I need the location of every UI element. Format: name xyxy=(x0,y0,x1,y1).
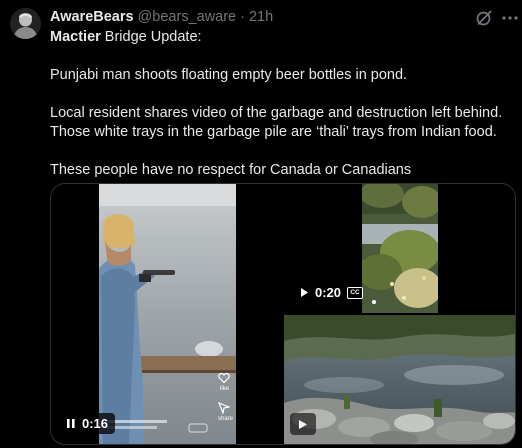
user-handle[interactable]: @bears_aware xyxy=(138,9,237,25)
place-name-bold: Mactier xyxy=(50,29,101,45)
video-1-time: 0:16 xyxy=(82,416,109,431)
tweet-line-1: Mactier Bridge Update: xyxy=(50,28,518,47)
separator-dot: · xyxy=(240,9,245,25)
display-name[interactable]: AwareBears xyxy=(50,9,134,25)
tweet-lead-rest: Bridge Update: xyxy=(100,29,202,45)
post-time[interactable]: 21h xyxy=(249,9,273,25)
video-2-time: 0:20 xyxy=(315,285,342,300)
play-icon[interactable] xyxy=(300,287,309,298)
more-options-icon[interactable] xyxy=(501,9,519,27)
closed-captions-icon[interactable]: CC xyxy=(347,286,364,299)
video-1[interactable]: like share 0:16 xyxy=(51,184,282,444)
share-icon[interactable] xyxy=(218,402,230,414)
share-label: share xyxy=(218,416,234,422)
cc-label: CC xyxy=(350,288,360,296)
pause-icon[interactable] xyxy=(66,418,76,429)
tweet-line-4: Those white trays in the garbage pile ar… xyxy=(50,124,497,140)
video-2[interactable]: 0:20 CC xyxy=(284,184,515,313)
avatar[interactable] xyxy=(10,8,41,39)
play-icon[interactable] xyxy=(298,419,308,430)
grok-icon[interactable] xyxy=(475,9,493,27)
video-3[interactable] xyxy=(284,315,515,444)
tweet-line-2: Punjabi man shoots floating empty beer b… xyxy=(50,67,408,83)
video-1-time-pill[interactable]: 0:16 xyxy=(59,413,116,434)
tweet-line-5: These people have no respect for Canada … xyxy=(50,162,412,178)
tweet-header: AwareBears @bears_aware · 21h xyxy=(50,7,273,27)
tweet-line-3: Local resident shares video of the garba… xyxy=(50,105,503,121)
video-2-time-pill[interactable]: 0:20 CC xyxy=(296,282,367,303)
video-2-frame xyxy=(362,184,438,313)
video-1-frame xyxy=(99,184,236,444)
like-label: like xyxy=(220,386,230,392)
video-3-play-button[interactable] xyxy=(290,413,316,435)
heart-icon[interactable] xyxy=(218,372,230,384)
tweet-text: Mactier Bridge Update: Punjabi man shoot… xyxy=(50,28,518,180)
media-grid: like share 0:16 0:20 CC xyxy=(50,183,516,445)
video-3-frame xyxy=(284,315,515,444)
